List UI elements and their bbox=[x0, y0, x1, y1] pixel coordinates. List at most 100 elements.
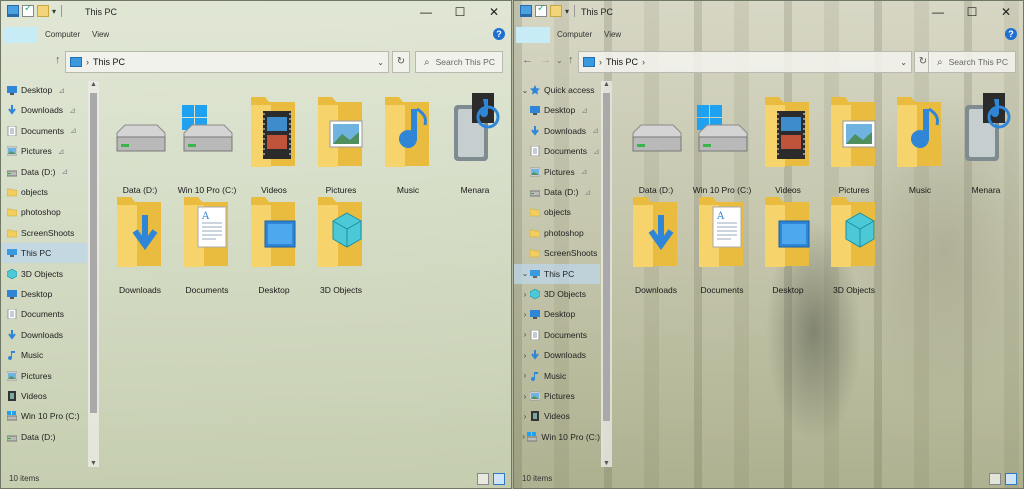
up-arrow-icon[interactable]: ↑ bbox=[55, 54, 61, 66]
chevron-right-icon[interactable]: › bbox=[514, 412, 530, 421]
up-arrow-icon[interactable]: ↑ bbox=[568, 54, 574, 66]
item-tile[interactable]: Music bbox=[889, 93, 951, 195]
nav-item[interactable]: › Pictures bbox=[514, 386, 600, 406]
nav-item[interactable]: Documents bbox=[1, 304, 87, 324]
properties-icon[interactable] bbox=[22, 3, 34, 17]
file-tab[interactable] bbox=[3, 27, 37, 43]
item-tile[interactable]: 3D Objects bbox=[823, 193, 885, 295]
recent-locations-icon[interactable]: ⌄ bbox=[556, 56, 563, 65]
pin-icon[interactable]: ⊿ bbox=[61, 167, 68, 176]
nav-item[interactable]: Desktop ⊿ bbox=[514, 100, 600, 120]
address-bar[interactable]: › This PC › ⌄ bbox=[578, 51, 912, 73]
item-tile[interactable]: Desktop bbox=[757, 193, 819, 295]
nav-item[interactable]: Downloads ⊿ bbox=[1, 100, 87, 120]
chevron-right-icon[interactable]: › bbox=[514, 290, 530, 299]
help-icon[interactable]: ? bbox=[493, 28, 505, 40]
tab-computer[interactable]: Computer bbox=[45, 30, 80, 39]
nav-item[interactable]: ScreenShoots bbox=[1, 223, 87, 243]
scrollbar-thumb[interactable] bbox=[603, 93, 610, 421]
tab-view[interactable]: View bbox=[604, 30, 621, 39]
breadcrumb-separator-icon[interactable]: › bbox=[86, 57, 89, 67]
maximize-button[interactable]: ☐ bbox=[443, 1, 477, 23]
chevron-right-icon[interactable]: › bbox=[514, 330, 530, 339]
nav-item[interactable]: Videos bbox=[1, 386, 87, 406]
large-icons-view-button[interactable] bbox=[493, 473, 505, 485]
tab-view[interactable]: View bbox=[92, 30, 109, 39]
new-folder-icon[interactable] bbox=[37, 5, 49, 17]
item-tile[interactable]: Pictures bbox=[823, 93, 885, 195]
nav-item[interactable]: Win 10 Pro (C:) bbox=[1, 406, 87, 426]
item-tile[interactable]: Win 10 Pro (C:) bbox=[176, 93, 238, 195]
pin-icon[interactable]: ⊿ bbox=[592, 126, 599, 135]
item-tile[interactable]: Data (D:) bbox=[109, 93, 171, 195]
details-view-button[interactable] bbox=[477, 473, 489, 485]
address-bar[interactable]: › This PC ⌄ bbox=[65, 51, 389, 73]
nav-item[interactable]: › Desktop bbox=[514, 304, 600, 324]
nav-scrollbar[interactable]: ▲ ▼ bbox=[601, 81, 612, 467]
close-button[interactable]: ✕ bbox=[989, 1, 1023, 23]
search-input[interactable]: ⌕ Search This PC bbox=[415, 51, 503, 73]
large-icons-view-button[interactable] bbox=[1005, 473, 1017, 485]
nav-item[interactable]: › 3D Objects bbox=[514, 284, 600, 304]
nav-item[interactable]: This PC bbox=[1, 243, 87, 264]
chevron-right-icon[interactable]: › bbox=[514, 310, 530, 319]
maximize-button[interactable]: ☐ bbox=[955, 1, 989, 23]
nav-item[interactable]: Data (D:) ⊿ bbox=[514, 182, 600, 202]
nav-item[interactable]: Downloads bbox=[1, 325, 87, 345]
item-tile[interactable]: Music bbox=[377, 93, 439, 195]
chevron-down-icon[interactable]: ⌄ bbox=[900, 58, 907, 67]
nav-item[interactable]: 3D Objects bbox=[1, 264, 87, 284]
chevron-down-icon[interactable]: ⌄ bbox=[377, 58, 384, 67]
nav-item[interactable]: Music bbox=[1, 345, 87, 365]
back-arrow-icon[interactable]: ← bbox=[522, 54, 533, 66]
file-tab[interactable] bbox=[516, 27, 550, 43]
nav-item[interactable]: ⌄ This PC bbox=[514, 263, 600, 284]
item-tile[interactable]: Pictures bbox=[310, 93, 372, 195]
forward-arrow-icon[interactable]: → bbox=[540, 54, 551, 66]
customize-toolbar-icon[interactable]: ▾ bbox=[52, 7, 56, 16]
refresh-button[interactable]: ↻ bbox=[392, 51, 410, 73]
breadcrumb[interactable]: This PC bbox=[606, 57, 638, 67]
nav-item[interactable]: ⌄ Quick access bbox=[514, 80, 600, 100]
pin-icon[interactable]: ⊿ bbox=[581, 167, 588, 176]
minimize-button[interactable]: — bbox=[921, 1, 955, 23]
chevron-right-icon[interactable]: › bbox=[514, 351, 530, 360]
chevron-down-icon[interactable]: ⌄ bbox=[514, 269, 530, 278]
nav-item[interactable]: Desktop ⊿ bbox=[1, 80, 87, 100]
details-view-button[interactable] bbox=[989, 473, 1001, 485]
nav-item[interactable]: Data (D:) ⊿ bbox=[1, 162, 87, 182]
pin-icon[interactable]: ⊿ bbox=[69, 106, 76, 115]
nav-item[interactable]: Documents ⊿ bbox=[514, 141, 600, 161]
nav-item[interactable]: Documents ⊿ bbox=[1, 121, 87, 141]
item-tile[interactable]: A Documents bbox=[691, 193, 753, 295]
breadcrumb-separator-icon[interactable]: › bbox=[642, 57, 645, 67]
scroll-down-icon[interactable]: ▼ bbox=[601, 460, 612, 467]
nav-item[interactable]: photoshop bbox=[514, 223, 600, 243]
pin-icon[interactable]: ⊿ bbox=[70, 126, 77, 135]
nav-item[interactable]: Downloads ⊿ bbox=[514, 121, 600, 141]
nav-item[interactable]: › Win 10 Pro (C:) bbox=[514, 427, 600, 447]
item-tile[interactable]: Data (D:) bbox=[625, 93, 687, 195]
nav-item[interactable]: Desktop bbox=[1, 284, 87, 304]
help-icon[interactable]: ? bbox=[1005, 28, 1017, 40]
scroll-up-icon[interactable]: ▲ bbox=[601, 81, 612, 88]
search-input[interactable]: ⌕ Search This PC bbox=[928, 51, 1016, 73]
item-tile[interactable]: Desktop bbox=[243, 193, 305, 295]
close-button[interactable]: ✕ bbox=[477, 1, 511, 23]
pin-icon[interactable]: ⊿ bbox=[584, 188, 591, 197]
breadcrumb[interactable]: This PC bbox=[93, 57, 125, 67]
chevron-right-icon[interactable]: › bbox=[514, 392, 530, 401]
breadcrumb-separator-icon[interactable]: › bbox=[599, 57, 602, 67]
nav-item[interactable]: Pictures ⊿ bbox=[1, 141, 87, 161]
item-tile[interactable]: Menara bbox=[955, 93, 1017, 195]
nav-item[interactable]: objects bbox=[1, 182, 87, 202]
item-tile[interactable]: Downloads bbox=[109, 193, 171, 295]
customize-toolbar-icon[interactable]: ▾ bbox=[565, 7, 569, 16]
nav-item[interactable]: photoshop bbox=[1, 202, 87, 222]
nav-item[interactable]: Pictures ⊿ bbox=[514, 162, 600, 182]
pin-icon[interactable]: ⊿ bbox=[58, 86, 65, 95]
nav-scrollbar[interactable]: ▲ ▼ bbox=[88, 81, 99, 467]
pin-icon[interactable]: ⊿ bbox=[593, 147, 600, 156]
nav-item[interactable]: › Documents bbox=[514, 325, 600, 345]
pin-icon[interactable]: ⊿ bbox=[581, 106, 588, 115]
